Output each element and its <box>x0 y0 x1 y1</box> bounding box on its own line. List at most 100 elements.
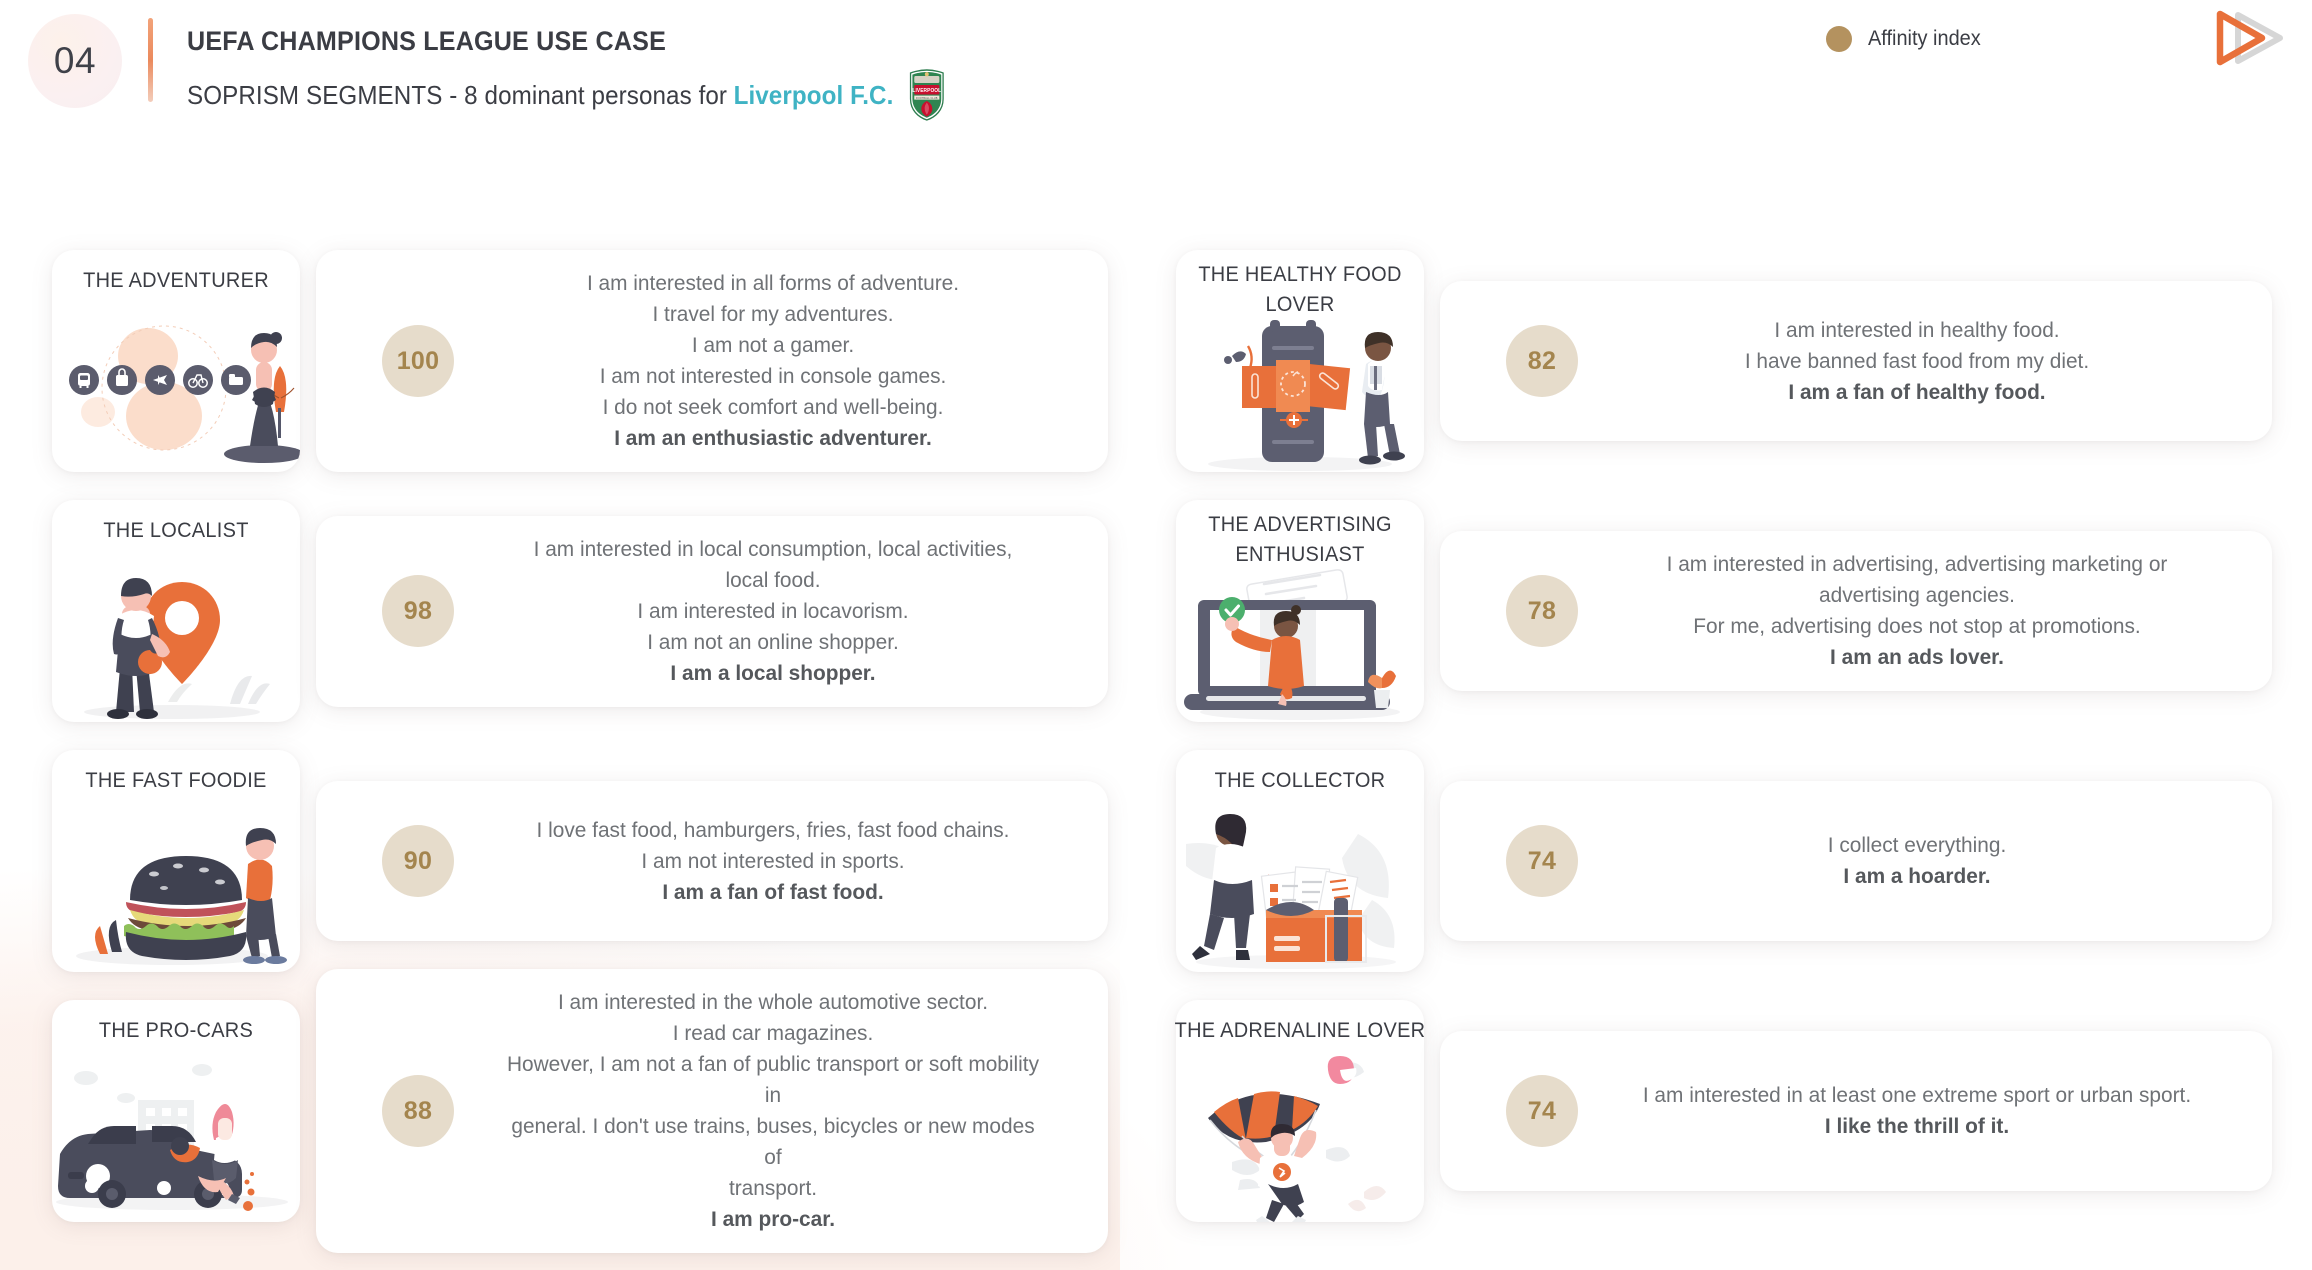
persona-row-the-fast-foodie: THE FAST FOODIE 90 I love fast food, ham… <box>0 736 1156 986</box>
affinity-score: 100 <box>382 325 454 397</box>
description-line: I read car magazines. <box>672 1021 874 1045</box>
description-text: I am interested in at least one extreme … <box>1578 1080 2242 1142</box>
description-line: advertising agencies. <box>1819 583 2015 607</box>
persona-card-the-collector[interactable]: THE COLLECTOR <box>1176 750 1424 972</box>
description-card-the-fast-foodie[interactable]: 90 I love fast food, hamburgers, fries, … <box>316 781 1108 941</box>
affinity-score: 88 <box>382 1075 454 1147</box>
description-card-the-localist[interactable]: 98 I am interested in local consumption,… <box>316 515 1108 707</box>
persona-column-right: THE HEALTHY FOOD LOVER 82 I am intereste… <box>1156 236 2312 1236</box>
affinity-score: 90 <box>382 825 454 897</box>
healthy-food-phone-illustration <box>1176 304 1424 472</box>
persona-column-left: THE ADVENTURER 100 I am interested in al… <box>0 236 1156 1253</box>
affinity-score: 78 <box>1506 575 1578 647</box>
description-conclusion: I am an ads lover. <box>1830 645 2004 669</box>
description-line: I am interested in locavorism. <box>637 598 909 623</box>
description-conclusion: I am an enthusiastic adventurer. <box>614 426 932 450</box>
description-conclusion: I am pro-car. <box>710 1207 836 1231</box>
persona-card-the-healthy-food-lover[interactable]: THE HEALTHY FOOD LOVER <box>1176 250 1424 472</box>
persona-row-the-localist: THE LOCALIST 98 I am interested in local… <box>0 486 1156 736</box>
description-text: I am interested in advertising, advertis… <box>1578 549 2242 673</box>
description-text: I collect everything. I am a hoarder. <box>1578 830 2242 892</box>
persona-title: THE ADRENALINE LOVER <box>1174 1019 1426 1042</box>
soprism-double-triangle-logo <box>2216 10 2283 66</box>
description-card-the-pro-cars[interactable]: 88 I am interested in the whole automoti… <box>316 969 1108 1253</box>
description-line: I am not a gamer. <box>691 333 855 357</box>
description-conclusion: I am a fan of healthy food. <box>1788 379 2046 404</box>
persona-card-the-advertising-enthusiast[interactable]: THE ADVERTISING ENTHUSIAST <box>1176 500 1424 722</box>
slide-root: 04 UEFA CHAMPIONS LEAGUE USE CASE SOPRIS… <box>0 0 2312 1270</box>
affinity-index-legend: Affinity index <box>1826 26 1987 52</box>
persona-row-the-healthy-food-lover: THE HEALTHY FOOD LOVER 82 I am intereste… <box>1156 236 2312 486</box>
description-conclusion: I am a hoarder. <box>1843 864 1991 888</box>
description-line: However, I am not a fan of public transp… <box>506 1052 1040 1107</box>
header-titles: UEFA CHAMPIONS LEAGUE USE CASE SOPRISM S… <box>187 24 1005 121</box>
description-line: I am not interested in console games. <box>599 364 947 388</box>
persona-title: THE FAST FOODIE <box>85 769 267 792</box>
description-text: I am interested in all forms of adventur… <box>454 268 1078 454</box>
persona-card-the-localist[interactable]: THE LOCALIST <box>52 500 300 722</box>
affinity-score: 74 <box>1506 1075 1578 1147</box>
description-line: I am not interested in sports. <box>641 848 905 873</box>
adventurer-travel-illustration <box>52 304 300 472</box>
description-line: I do not seek comfort and well-being. <box>602 395 944 419</box>
persona-card-the-pro-cars[interactable]: THE PRO-CARS <box>52 1000 300 1222</box>
affinity-legend-label: Affinity index <box>1868 27 1982 50</box>
description-conclusion: I like the thrill of it. <box>1824 1114 2010 1138</box>
page-subtitle: SOPRISM SEGMENTS - 8 dominant personas f… <box>187 69 947 121</box>
persona-row-the-advertising-enthusiast: THE ADVERTISING ENTHUSIAST 78 I am inter… <box>1156 486 2312 736</box>
description-line: I am interested in all forms of adventur… <box>586 271 960 295</box>
description-conclusion: I am a fan of fast food. <box>662 879 884 904</box>
page-title: UEFA CHAMPIONS LEAGUE USE CASE <box>187 26 667 56</box>
description-line: I love fast food, hamburgers, fries, fas… <box>536 817 1010 842</box>
description-card-the-collector[interactable]: 74 I collect everything. I am a hoarder. <box>1440 781 2272 941</box>
svg-text:FOOTBALL CLUB: FOOTBALL CLUB <box>916 96 938 100</box>
description-text: I am interested in local consumption, lo… <box>454 534 1078 689</box>
description-line: I have banned fast food from my diet. <box>1744 348 2090 373</box>
pro-cars-car-illustration <box>52 1054 300 1222</box>
persona-title: THE COLLECTOR <box>1214 769 1386 792</box>
description-line: local food. <box>725 567 821 592</box>
persona-title: THE PRO-CARS <box>98 1019 254 1042</box>
slide-number: 04 <box>53 40 97 81</box>
description-line: I am interested in advertising, advertis… <box>1666 552 2168 576</box>
description-line: I am not an online shopper. <box>647 629 899 654</box>
persona-row-the-adrenaline-lover: THE ADRENALINE LOVER 74 I am interested … <box>1156 986 2312 1236</box>
affinity-score: 74 <box>1506 825 1578 897</box>
persona-row-the-pro-cars: THE PRO-CARS 88 I am interested in the w… <box>0 969 1156 1253</box>
persona-title: THE LOCALIST <box>103 519 249 542</box>
description-line: general. I don't use trains, buses, bicy… <box>511 1114 1035 1169</box>
description-line: I am interested in at least one extreme … <box>1642 1083 2192 1107</box>
persona-title: THE ADVENTURER <box>83 269 269 292</box>
description-card-the-advertising-enthusiast[interactable]: 78 I am interested in advertising, adver… <box>1440 531 2272 691</box>
liverpool-crest-icon: LIVERPOOL FOOTBALL CLUB <box>909 69 944 121</box>
persona-card-the-fast-foodie[interactable]: THE FAST FOODIE <box>52 750 300 972</box>
persona-card-the-adventurer[interactable]: THE ADVENTURER <box>52 250 300 472</box>
affinity-score: 98 <box>382 575 454 647</box>
affinity-score: 82 <box>1506 325 1578 397</box>
description-line: I collect everything. <box>1827 833 2007 857</box>
description-text: I am interested in healthy food. I have … <box>1578 315 2242 408</box>
description-card-the-adventurer[interactable]: 100 I am interested in all forms of adve… <box>316 250 1108 472</box>
club-name: Liverpool F.C. <box>733 80 894 110</box>
description-line: I am interested in the whole automotive … <box>557 990 989 1014</box>
persona-card-the-adrenaline-lover[interactable]: THE ADRENALINE LOVER <box>1175 1000 1425 1222</box>
svg-text:LIVERPOOL: LIVERPOOL <box>912 88 941 94</box>
adrenaline-paraglider-illustration <box>1176 1054 1424 1222</box>
description-text: I love fast food, hamburgers, fries, fas… <box>454 815 1078 908</box>
affinity-legend-dot-icon <box>1826 26 1853 52</box>
slide-header: 04 UEFA CHAMPIONS LEAGUE USE CASE SOPRIS… <box>0 0 2312 150</box>
description-text: I am interested in the whole automotive … <box>454 987 1078 1235</box>
description-conclusion: I am a local shopper. <box>670 660 876 685</box>
description-line: I am interested in local consumption, lo… <box>533 536 1013 561</box>
description-line: I am interested in healthy food. <box>1774 317 2060 342</box>
description-card-the-healthy-food-lover[interactable]: 82 I am interested in healthy food. I ha… <box>1440 281 2272 441</box>
description-card-the-adrenaline-lover[interactable]: 74 I am interested in at least one extre… <box>1440 1031 2272 1191</box>
description-line: I travel for my adventures. <box>652 302 894 326</box>
slide-number-badge: 04 <box>28 14 122 108</box>
description-line: transport. <box>728 1176 818 1200</box>
collector-box-illustration <box>1176 804 1424 972</box>
persona-row-the-adventurer: THE ADVENTURER 100 I am interested in al… <box>0 236 1156 486</box>
persona-row-the-collector: THE COLLECTOR 74 I collect everything. I… <box>1156 736 2312 986</box>
localist-map-pin-illustration <box>52 554 300 722</box>
header-divider-bar <box>148 18 153 102</box>
